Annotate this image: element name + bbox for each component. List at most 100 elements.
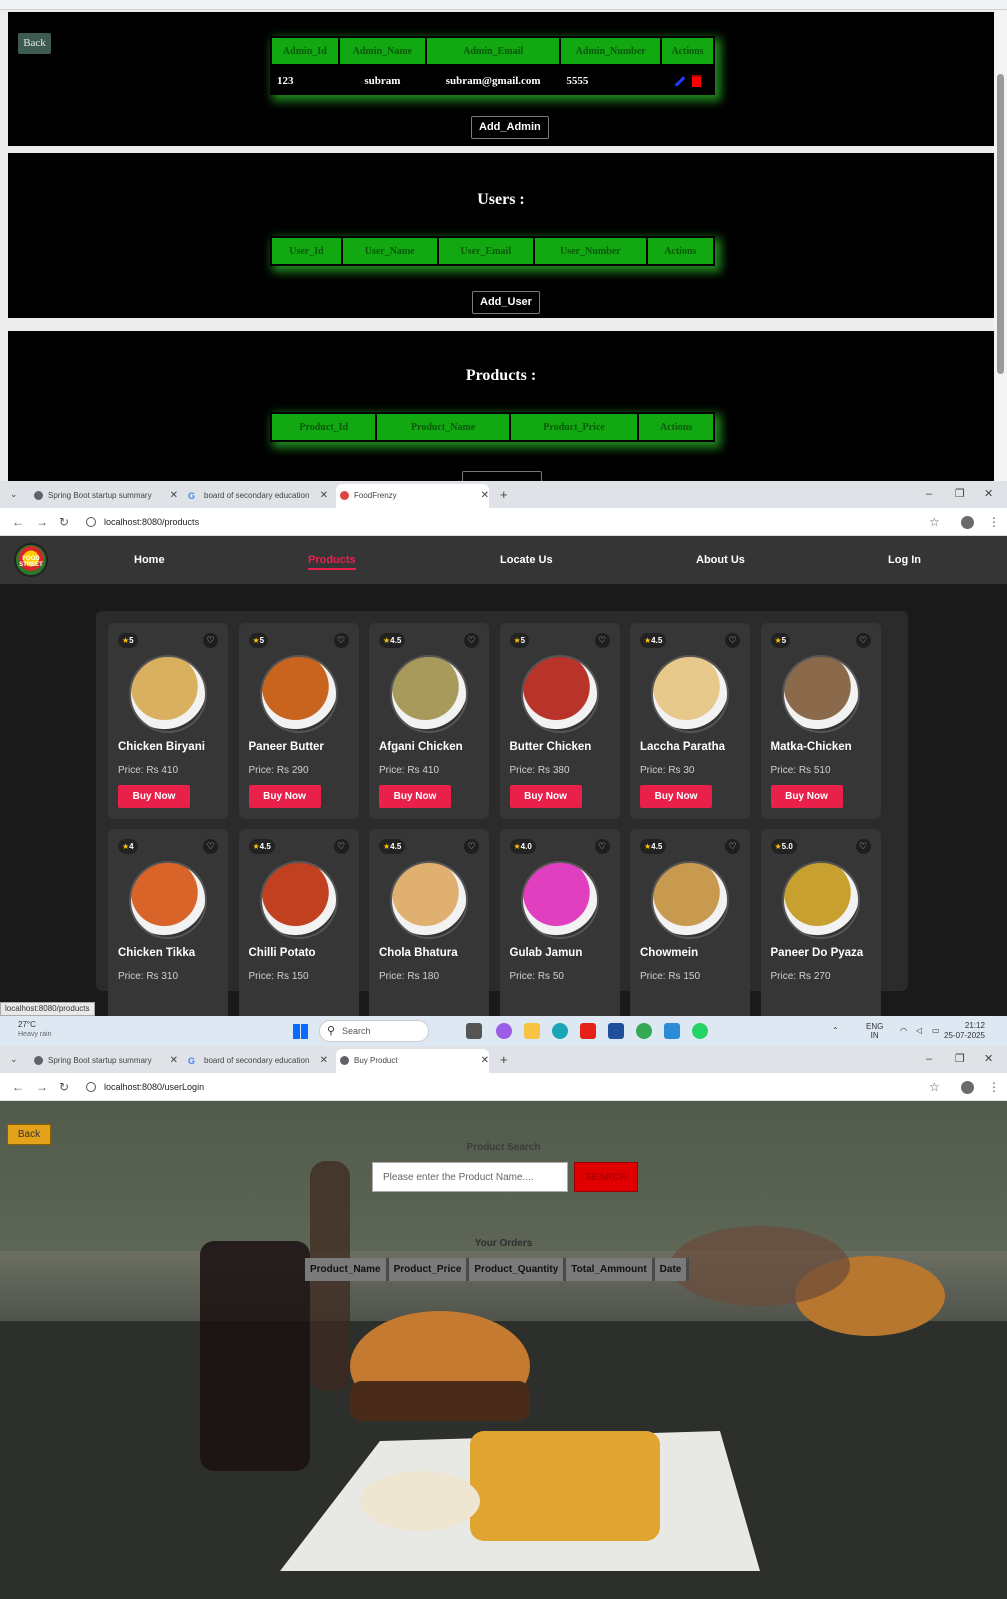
minimize-icon[interactable]: – (926, 481, 932, 508)
reload-icon[interactable]: ↻ (59, 1073, 69, 1101)
nav-home[interactable]: Home (134, 536, 165, 584)
buy-now-button[interactable]: Buy Now (770, 785, 843, 808)
browser-menu-icon[interactable]: ⋮ (988, 1073, 1000, 1101)
volume-icon[interactable]: ◁ (916, 1016, 922, 1046)
buy-now-button[interactable]: Buy Now (118, 785, 190, 808)
weather-widget[interactable]: 27°C Heavy rain (18, 1020, 51, 1040)
url-field[interactable]: localhost:8080/userLogin (104, 1073, 204, 1101)
product-card[interactable]: ★4.5 ♡ Laccha Paratha Price: Rs 30 Buy Now (630, 623, 750, 819)
close-tab-icon[interactable]: ✕ (170, 484, 178, 508)
profile-avatar[interactable] (961, 516, 974, 529)
heart-icon[interactable]: ♡ (725, 633, 740, 648)
profile-avatar[interactable] (961, 1081, 974, 1094)
product-card[interactable]: ★4.5 ♡ Afgani Chicken Price: Rs 410 Buy Now (369, 623, 489, 819)
delete-trash-icon[interactable] (692, 74, 702, 87)
back-arrow-icon[interactable]: ← (12, 1073, 24, 1101)
back-button[interactable]: Back (18, 33, 51, 54)
product-card[interactable]: ★5 ♡ Butter Chicken Price: Rs 380 Buy Now (499, 623, 620, 819)
nav-locate-us[interactable]: Locate Us (500, 536, 553, 584)
site-info-icon[interactable] (86, 1082, 96, 1092)
close-tab-icon[interactable]: ✕ (320, 1049, 328, 1073)
scrollbar[interactable] (993, 10, 1007, 481)
back-arrow-icon[interactable]: ← (12, 508, 24, 536)
buy-now-button[interactable]: Buy Now (248, 785, 321, 808)
tab-buy-product[interactable]: Buy Product ✕ (336, 1049, 489, 1073)
wifi-icon[interactable]: ◠ (900, 1016, 907, 1046)
heart-icon[interactable]: ♡ (464, 633, 479, 648)
clock[interactable]: 21:12 25-07-2025 (944, 1021, 985, 1041)
heart-icon[interactable]: ♡ (464, 839, 479, 854)
product-card[interactable]: ★4.5 ♡ Chowmein Price: Rs 150 (630, 829, 750, 1025)
heart-icon[interactable]: ♡ (725, 839, 740, 854)
product-card[interactable]: ★4.5 ♡ Chilli Potato Price: Rs 150 (238, 829, 359, 1025)
tab-board-education[interactable]: Gboard of secondary education ✕ (186, 484, 328, 508)
heart-icon[interactable]: ♡ (855, 633, 871, 648)
edit-pencil-icon[interactable] (673, 75, 684, 86)
tab-spring-boot[interactable]: Spring Boot startup summary ✕ (30, 484, 178, 508)
nav-about-us[interactable]: About Us (696, 536, 745, 584)
product-card[interactable]: ★5 ♡ Paneer Butter Price: Rs 290 Buy Now (238, 623, 359, 819)
windows-start-icon[interactable] (293, 1024, 308, 1039)
scrollbar-thumb[interactable] (997, 74, 1004, 374)
buy-now-button[interactable]: Buy Now (379, 785, 451, 808)
heart-icon[interactable]: ♡ (594, 839, 610, 854)
language-indicator[interactable]: ENG IN (866, 1022, 883, 1040)
site-logo[interactable]: FOOD STREET (14, 543, 48, 577)
battery-icon[interactable]: ▭ (932, 1016, 940, 1046)
task-view-icon[interactable] (466, 1023, 482, 1039)
forward-arrow-icon[interactable]: → (36, 508, 48, 536)
add-product-button-partial[interactable] (462, 471, 542, 481)
forward-arrow-icon[interactable]: → (36, 1073, 48, 1101)
close-tab-icon[interactable]: ✕ (481, 484, 489, 508)
buy-now-button[interactable]: Buy Now (640, 785, 712, 808)
heart-icon[interactable]: ♡ (333, 839, 349, 854)
nav-log-in[interactable]: Log In (888, 536, 921, 584)
close-tab-icon[interactable]: ✕ (170, 1049, 178, 1073)
product-search-input[interactable] (372, 1162, 568, 1192)
tab-board-education[interactable]: Gboard of secondary education ✕ (186, 1049, 328, 1073)
minimize-icon[interactable]: – (926, 1046, 932, 1073)
chrome-icon[interactable] (636, 1023, 652, 1039)
file-explorer-icon[interactable] (524, 1023, 540, 1039)
add-admin-button[interactable]: Add_Admin (471, 116, 549, 139)
heart-icon[interactable]: ♡ (855, 839, 871, 854)
product-card[interactable]: ★5 ♡ Chicken Biryani Price: Rs 410 Buy Now (108, 623, 228, 819)
tab-spring-boot[interactable]: Spring Boot startup summary ✕ (30, 1049, 178, 1073)
restore-icon[interactable]: ❐ (955, 1046, 965, 1073)
restore-icon[interactable]: ❐ (955, 481, 965, 508)
tab-foodfrenzy[interactable]: FoodFrenzy ✕ (336, 484, 489, 508)
close-tab-icon[interactable]: ✕ (481, 1049, 489, 1073)
browser-menu-icon[interactable]: ⋮ (988, 508, 1000, 536)
product-card[interactable]: ★4 ♡ Chicken Tikka Price: Rs 310 (108, 829, 228, 1025)
product-card[interactable]: ★5.0 ♡ Paneer Do Pyaza Price: Rs 270 (760, 829, 881, 1025)
nav-products[interactable]: Products (308, 536, 356, 584)
heart-icon[interactable]: ♡ (203, 839, 218, 854)
add-user-button[interactable]: Add_User (472, 291, 540, 314)
url-field[interactable]: localhost:8080/products (104, 508, 199, 536)
product-card[interactable]: ★4.0 ♡ Gulab Jamun Price: Rs 50 (499, 829, 620, 1025)
bookmark-star-icon[interactable]: ☆ (929, 1073, 940, 1101)
heart-icon[interactable]: ♡ (333, 633, 349, 648)
new-tab-plus-icon[interactable]: + (500, 1046, 508, 1073)
reload-icon[interactable]: ↻ (59, 508, 69, 536)
window-close-icon[interactable]: ✕ (984, 1046, 993, 1073)
buy-now-button[interactable]: Buy Now (509, 785, 582, 808)
tab-search-chevron-icon[interactable]: ⌄ (10, 481, 18, 508)
edge-icon[interactable] (552, 1023, 568, 1039)
vscode-icon[interactable] (664, 1023, 680, 1039)
copilot-icon[interactable] (496, 1023, 512, 1039)
heart-icon[interactable]: ♡ (203, 633, 218, 648)
tab-search-chevron-icon[interactable]: ⌄ (10, 1046, 18, 1073)
store-icon[interactable] (608, 1023, 624, 1039)
new-tab-plus-icon[interactable]: + (500, 481, 508, 508)
taskbar-search[interactable]: Search (319, 1020, 429, 1042)
whatsapp-icon[interactable] (692, 1023, 708, 1039)
bookmark-star-icon[interactable]: ☆ (929, 508, 940, 536)
product-card[interactable]: ★5 ♡ Matka-Chicken Price: Rs 510 Buy Now (760, 623, 881, 819)
window-close-icon[interactable]: ✕ (984, 481, 993, 508)
close-tab-icon[interactable]: ✕ (320, 484, 328, 508)
youtube-icon[interactable] (580, 1023, 596, 1039)
search-button[interactable]: SEARCH (574, 1162, 638, 1192)
tray-chevron-icon[interactable]: ⌃ (832, 1016, 839, 1046)
heart-icon[interactable]: ♡ (594, 633, 610, 648)
